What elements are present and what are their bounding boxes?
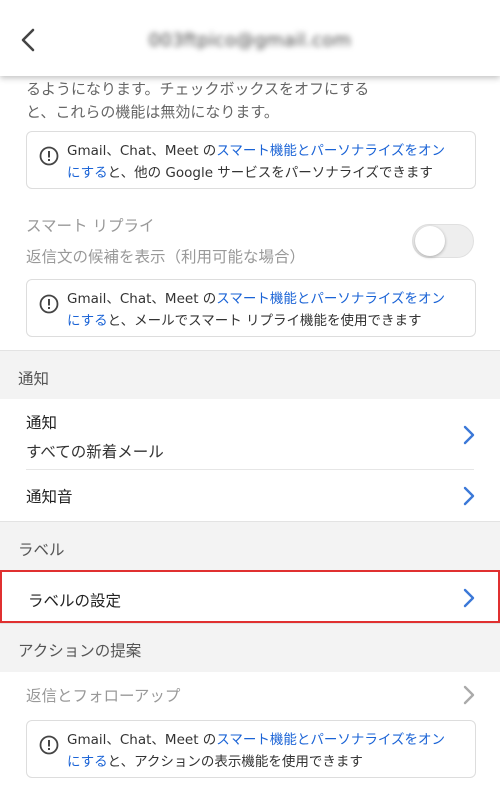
info-card-smart-reply: Gmail、Chat、Meet のスマート機能とパーソナライズをオン にすると、… — [26, 279, 476, 337]
top-app-bar: 003ftpico@gmail.com — [0, 0, 500, 76]
smart-reply-subtitle: 返信文の候補を表示（利用可能な場合） — [26, 248, 306, 266]
row-notifications[interactable]: 通知 すべての新着メール — [0, 399, 500, 469]
section-label: 通知 — [18, 370, 50, 388]
account-email-title: 003ftpico@gmail.com — [148, 30, 352, 51]
section-header-labels: ラベル — [0, 521, 500, 571]
row-notification-sound[interactable]: 通知音 — [0, 470, 500, 521]
section-label: アクションの提案 — [18, 642, 142, 660]
row-label-settings[interactable]: ラベルの設定 — [0, 570, 500, 623]
info-card-actions: Gmail、Chat、Meet のスマート機能とパーソナライズをオン にすると、… — [26, 720, 476, 778]
info-icon — [39, 735, 59, 755]
smart-features-link[interactable]: スマート機能とパーソナライズをオン — [216, 291, 445, 307]
smart-features-link-cont[interactable]: にする — [67, 754, 108, 770]
info-card-text: Gmail、Chat、Meet のスマート機能とパーソナライズをオン にすると、… — [67, 288, 465, 332]
chevron-right-icon — [462, 425, 476, 445]
row-reply-followup[interactable]: 返信とフォローアップ — [0, 672, 500, 717]
row-title: ラベルの設定 — [28, 592, 122, 610]
info-prefix: Gmail、Chat、Meet の — [67, 143, 217, 159]
chevron-right-icon — [462, 588, 476, 608]
section-header-action-suggestions: アクションの提案 — [0, 623, 500, 673]
smart-features-link-cont[interactable]: にする — [67, 165, 108, 181]
row-title: 返信とフォローアップ — [26, 687, 181, 705]
info-prefix: Gmail、Chat、Meet の — [67, 291, 217, 307]
smart-features-link-cont[interactable]: にする — [67, 313, 108, 329]
description-line-2: と、これらの機能は無効になります。 — [26, 103, 279, 121]
info-icon — [39, 146, 59, 166]
row-value: すべての新着メール — [26, 443, 164, 461]
description-line-1: るようになります。チェックボックスをオフにする — [26, 80, 370, 98]
smart-features-link[interactable]: スマート機能とパーソナライズをオン — [216, 143, 445, 159]
smart-features-description: るようになります。チェックボックスをオフにする と、これらの機能は無効になります… — [26, 78, 466, 124]
info-suffix: と、アクションの表示機能を使用できます — [107, 754, 363, 770]
smart-reply-title: スマート リプライ — [26, 217, 155, 235]
row-title: 通知音 — [26, 488, 73, 506]
chevron-right-icon — [462, 685, 476, 705]
row-title: 通知 — [26, 414, 58, 432]
info-prefix: Gmail、Chat、Meet の — [67, 732, 217, 748]
info-card-text: Gmail、Chat、Meet のスマート機能とパーソナライズをオン にすると、… — [67, 140, 465, 184]
chevron-right-icon — [462, 486, 476, 506]
toggle-knob — [415, 226, 445, 256]
info-suffix: と、他の Google サービスをパーソナライズできます — [107, 165, 433, 181]
section-label: ラベル — [18, 541, 65, 559]
smart-features-link[interactable]: スマート機能とパーソナライズをオン — [216, 732, 445, 748]
info-card-text: Gmail、Chat、Meet のスマート機能とパーソナライズをオン にすると、… — [67, 729, 465, 773]
info-suffix: と、メールでスマート リプライ機能を使用できます — [107, 313, 422, 329]
smart-reply-toggle[interactable] — [412, 224, 474, 258]
back-arrow-icon[interactable] — [14, 26, 42, 54]
info-icon — [39, 294, 59, 314]
section-header-notifications: 通知 — [0, 350, 500, 400]
info-card-personalize: Gmail、Chat、Meet のスマート機能とパーソナライズをオン にすると、… — [26, 131, 476, 189]
